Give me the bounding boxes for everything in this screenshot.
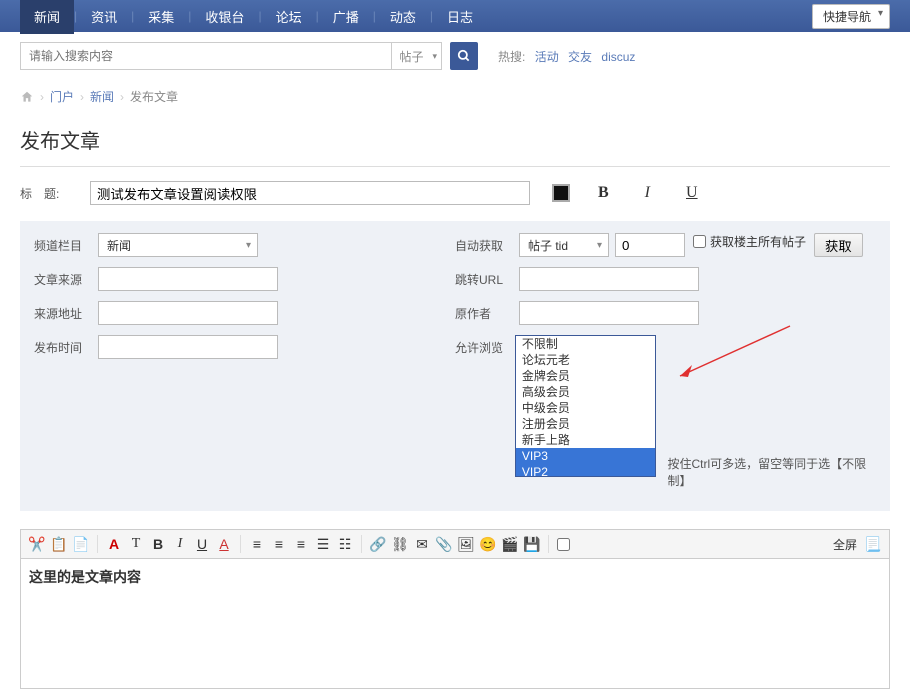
redirect-input[interactable] <box>519 267 699 291</box>
attachment-icon[interactable]: 📎 <box>436 536 452 552</box>
title-bold-button[interactable]: B <box>598 184 609 202</box>
channel-select[interactable]: 新闻 <box>98 233 258 257</box>
title-color-swatch[interactable] <box>552 184 570 202</box>
page-title: 发布文章 <box>0 113 910 162</box>
search-input[interactable] <box>21 43 391 69</box>
align-center-icon[interactable]: ≡ <box>271 536 287 552</box>
perm-option[interactable]: 新手上路 <box>516 432 655 448</box>
source-url-input[interactable] <box>98 301 278 325</box>
hot-search: 热搜: 活动 交友 discuz <box>498 48 635 65</box>
editor-content[interactable]: 这里的是文章内容 <box>20 559 890 689</box>
nav-item-collect[interactable]: 采集 <box>134 7 188 26</box>
editor-toolbar: ✂️ 📋 📄 A T B I U A ≡ ≡ ≡ ☰ ☷ 🔗 ⛓ ✉ 📎 🖼 😊… <box>20 529 890 559</box>
breadcrumb-news[interactable]: 新闻 <box>90 88 114 105</box>
fetch-all-checkbox-wrap[interactable]: 获取楼主所有帖子 <box>693 233 806 250</box>
underline-icon[interactable]: U <box>194 536 210 552</box>
ordered-list-icon[interactable]: ☷ <box>337 536 353 552</box>
cut-icon[interactable]: ✂️ <box>29 536 45 552</box>
breadcrumb: › 门户 › 新闻 › 发布文章 <box>0 80 910 113</box>
perm-option[interactable]: 注册会员 <box>516 416 655 432</box>
media-icon[interactable]: 🎬 <box>502 536 518 552</box>
auto-fetch-type-select[interactable]: 帖子 tid <box>519 233 609 257</box>
perm-option[interactable]: 不限制 <box>516 336 655 352</box>
nav-item-trends[interactable]: 动态 <box>376 7 430 26</box>
redirect-label: 跳转URL <box>455 267 519 288</box>
page-icon[interactable]: 📃 <box>865 536 881 552</box>
breadcrumb-portal[interactable]: 门户 <box>50 88 74 105</box>
fullscreen-button[interactable]: 全屏 <box>833 536 857 553</box>
title-input[interactable] <box>90 181 530 205</box>
hot-link[interactable]: 活动 <box>535 50 559 64</box>
editor-checkbox[interactable] <box>557 538 570 551</box>
font-name-icon[interactable]: T <box>128 536 144 552</box>
search-type-select[interactable]: 帖子 <box>391 43 441 69</box>
form-panel: 频道栏目 新闻 自动获取 帖子 tid 获取楼主所有帖子 获取 文章来源 跳转U… <box>20 221 890 511</box>
search-button[interactable] <box>450 42 478 70</box>
view-perm-label: 允许浏览 <box>455 335 515 356</box>
publish-time-input[interactable] <box>98 335 278 359</box>
perm-option[interactable]: 高级会员 <box>516 384 655 400</box>
nav-item-cashier[interactable]: 收银台 <box>191 7 258 26</box>
view-perm-multiselect[interactable]: 不限制论坛元老金牌会员高级会员中级会员注册会员新手上路VIP3VIP2VIP1 <box>515 335 656 477</box>
source-label: 文章来源 <box>34 267 98 288</box>
perm-option[interactable]: VIP3 <box>516 448 655 464</box>
author-label: 原作者 <box>455 301 519 322</box>
title-row: 标 题: B I U <box>0 167 910 213</box>
search-bar: 帖子 热搜: 活动 交友 discuz <box>0 32 910 80</box>
image-icon[interactable]: 🖼 <box>458 536 474 552</box>
list-icon[interactable]: ☰ <box>315 536 331 552</box>
nav-item-forum[interactable]: 论坛 <box>262 7 316 26</box>
auto-fetch-label: 自动获取 <box>455 233 519 254</box>
emoji-icon[interactable]: 😊 <box>480 536 496 552</box>
copy-icon[interactable]: 📋 <box>51 536 67 552</box>
breadcrumb-current: 发布文章 <box>130 88 178 105</box>
perm-option[interactable]: 中级会员 <box>516 400 655 416</box>
font-color-icon[interactable]: A <box>106 536 122 552</box>
perm-option[interactable]: 金牌会员 <box>516 368 655 384</box>
fetch-all-checkbox[interactable] <box>693 235 706 248</box>
nav-item-news[interactable]: 新闻 <box>20 0 74 34</box>
align-right-icon[interactable]: ≡ <box>293 536 309 552</box>
title-label: 标 题: <box>20 185 72 202</box>
italic-icon[interactable]: I <box>172 536 188 552</box>
quick-nav-dropdown[interactable]: 快捷导航 <box>812 4 890 29</box>
nav-item-info[interactable]: 资讯 <box>77 7 131 26</box>
email-icon[interactable]: ✉ <box>414 536 430 552</box>
author-input[interactable] <box>519 301 699 325</box>
text-color-icon[interactable]: A <box>216 536 232 552</box>
perm-option[interactable]: VIP2 <box>516 464 655 477</box>
nav-item-log[interactable]: 日志 <box>433 7 487 26</box>
bold-icon[interactable]: B <box>150 536 166 552</box>
source-input[interactable] <box>98 267 278 291</box>
hot-link[interactable]: discuz <box>601 50 635 64</box>
unlink-icon[interactable]: ⛓ <box>392 536 408 552</box>
channel-label: 频道栏目 <box>34 233 98 254</box>
search-icon <box>457 49 471 63</box>
home-icon[interactable] <box>20 90 34 104</box>
title-underline-button[interactable]: U <box>686 184 698 202</box>
auto-fetch-num-input[interactable] <box>615 233 685 257</box>
hot-link[interactable]: 交友 <box>568 50 592 64</box>
link-icon[interactable]: 🔗 <box>370 536 386 552</box>
view-perm-hint: 按住Ctrl可多选，留空等同于选【不限制】 <box>668 335 877 489</box>
align-left-icon[interactable]: ≡ <box>249 536 265 552</box>
save-icon[interactable]: 💾 <box>524 536 540 552</box>
top-nav: 新闻 | 资讯 | 采集 | 收银台 | 论坛 | 广播 | 动态 | 日志 快… <box>0 0 910 32</box>
editor: ✂️ 📋 📄 A T B I U A ≡ ≡ ≡ ☰ ☷ 🔗 ⛓ ✉ 📎 🖼 😊… <box>20 529 890 689</box>
nav-item-broadcast[interactable]: 广播 <box>319 7 373 26</box>
perm-option[interactable]: 论坛元老 <box>516 352 655 368</box>
fetch-button[interactable]: 获取 <box>814 233 863 257</box>
source-url-label: 来源地址 <box>34 301 98 322</box>
title-italic-button[interactable]: I <box>645 184 650 202</box>
paste-icon[interactable]: 📄 <box>73 536 89 552</box>
publish-time-label: 发布时间 <box>34 335 98 356</box>
